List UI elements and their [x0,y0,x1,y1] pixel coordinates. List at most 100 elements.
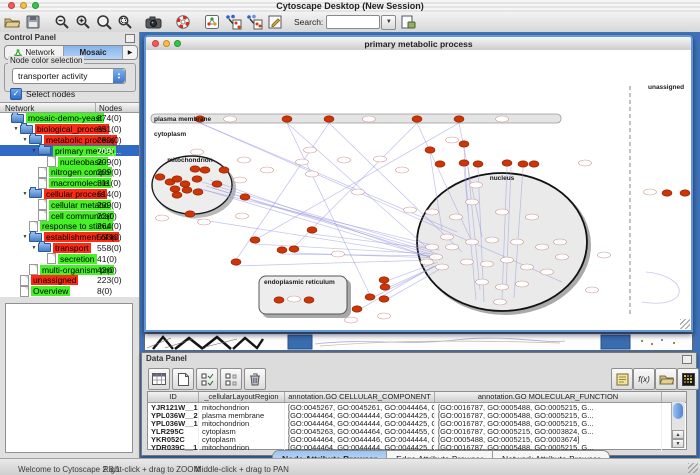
gene-node[interactable] [212,181,222,187]
tree-expand-icon[interactable]: ▼ [21,137,29,143]
unselect-attributes-button[interactable] [220,368,242,390]
tree-expand-icon[interactable]: ▼ [21,234,29,240]
nucleus-node[interactable] [496,209,509,215]
tree-label[interactable]: unassigned [31,275,78,285]
nucleus-node[interactable] [421,259,434,265]
tree-row-biological-process[interactable]: ▼biological_process651(0) [0,124,139,135]
gene-node[interactable] [459,141,469,147]
save-session-button[interactable] [24,14,42,31]
label-node[interactable] [238,157,251,163]
tree-expand-icon[interactable]: ▼ [30,245,38,251]
tree-row-primary-metabo[interactable]: ▼primary metabo209(... [0,145,139,156]
tree-row-nucleobase-[interactable]: nucleobase-209(0) [0,156,139,167]
gene-node[interactable] [190,166,200,172]
scroll-down-button[interactable]: ▼ [672,439,684,448]
app-resize-grip[interactable] [688,463,698,473]
tree-label[interactable]: mosaic-demo-yeast [26,113,104,123]
tree-row-transport[interactable]: ▼transport558(0) [0,243,139,254]
nucleus-node[interactable] [450,214,463,220]
gene-node[interactable] [518,161,528,167]
nucleus-node[interactable] [501,257,514,263]
label-node[interactable] [378,313,391,319]
nucleus-node[interactable] [494,299,507,305]
gene-node[interactable] [662,190,672,196]
gene-node[interactable] [250,237,260,243]
label-node[interactable] [352,189,365,195]
tree-expand-icon[interactable]: ▼ [30,148,38,154]
formula-button[interactable]: f(x) [633,368,655,390]
label-node[interactable] [224,116,237,122]
gene-node[interactable] [352,306,362,312]
network-window-titlebar[interactable]: primary metabolic process [146,37,691,51]
tab-overflow-button[interactable]: ▶ [123,46,137,59]
open-file-button[interactable] [3,14,21,31]
label-node[interactable] [296,159,309,165]
label-node[interactable] [304,147,317,153]
combobox-stepper-icon[interactable]: ▲▼ [113,69,125,83]
label-node[interactable] [338,157,351,163]
nucleus-node[interactable] [466,199,479,205]
label-node[interactable] [191,149,204,155]
label-node[interactable] [426,209,439,215]
label-node[interactable] [579,160,592,166]
tree-row-nitrogen-compo[interactable]: nitrogen compo209(0) [0,167,139,178]
nucleus-node[interactable] [496,284,509,290]
tree-row-cellular-process[interactable]: ▼cellular process614(0) [0,189,139,200]
nucleus-node[interactable] [461,259,474,265]
label-node[interactable] [496,116,509,122]
gene-node[interactable] [180,181,190,187]
gene-node[interactable] [307,227,317,233]
nucleus-node[interactable] [556,254,569,260]
gene-node[interactable] [365,294,375,300]
label-node[interactable] [156,215,169,221]
attribute-table-button[interactable] [148,368,170,390]
label-node[interactable] [345,317,358,323]
gene-node[interactable] [379,296,389,302]
tree-row-cellular-metabo[interactable]: cellular metabo209(0) [0,199,139,210]
tree-label[interactable]: Overview [31,286,70,296]
label-node[interactable] [261,167,274,173]
search-input[interactable] [326,15,380,29]
tree-label[interactable]: secretion [58,254,97,264]
label-node[interactable] [306,171,319,177]
nucleus-node[interactable] [554,239,567,245]
gene-node[interactable] [192,176,202,182]
gene-node[interactable] [231,259,241,265]
search-dropdown-button[interactable]: ▼ [381,15,396,30]
label-node[interactable] [396,167,409,173]
gene-node[interactable] [324,116,334,122]
nucleus-node[interactable] [481,261,494,267]
notes-button[interactable] [611,368,633,390]
gene-node[interactable] [155,174,165,180]
label-node[interactable] [586,287,599,293]
tree-label[interactable]: transport [53,243,91,253]
search-options-button[interactable] [399,14,417,31]
import-attributes-button[interactable] [655,368,677,390]
annotation-button[interactable] [266,14,284,31]
tree-expand-icon[interactable]: ▼ [21,191,29,197]
heatmap-button[interactable] [677,368,699,390]
new-attribute-button[interactable] [172,368,194,390]
tree-expand-icon[interactable]: ▼ [12,126,20,132]
table-scrollbar[interactable]: ▲ ▼ [671,402,685,448]
gene-node[interactable] [172,176,182,182]
network-graph[interactable]: plasma membranecytoplasmmitochondrionnuc… [146,50,691,330]
nucleus-node[interactable] [536,244,549,250]
nucleus-node[interactable] [521,264,534,270]
nucleus-node[interactable] [541,269,554,275]
nucleus-node[interactable] [426,244,439,250]
network-panel-button[interactable] [203,14,221,31]
birdseye-navigator[interactable] [5,303,133,453]
label-node[interactable] [644,189,657,195]
gene-node[interactable] [459,160,469,166]
label-node[interactable] [236,213,249,219]
gene-node[interactable] [185,211,195,217]
tree-row-overview[interactable]: Overview8(0) [0,286,139,297]
label-node[interactable] [598,252,611,258]
nucleus-node[interactable] [466,239,479,245]
gene-node[interactable] [473,161,483,167]
select-attributes-button[interactable] [196,368,218,390]
zoom-fit-button[interactable] [95,14,113,31]
network-canvas[interactable]: plasma membranecytoplasmmitochondrionnuc… [146,50,691,330]
help-button[interactable] [174,14,192,31]
